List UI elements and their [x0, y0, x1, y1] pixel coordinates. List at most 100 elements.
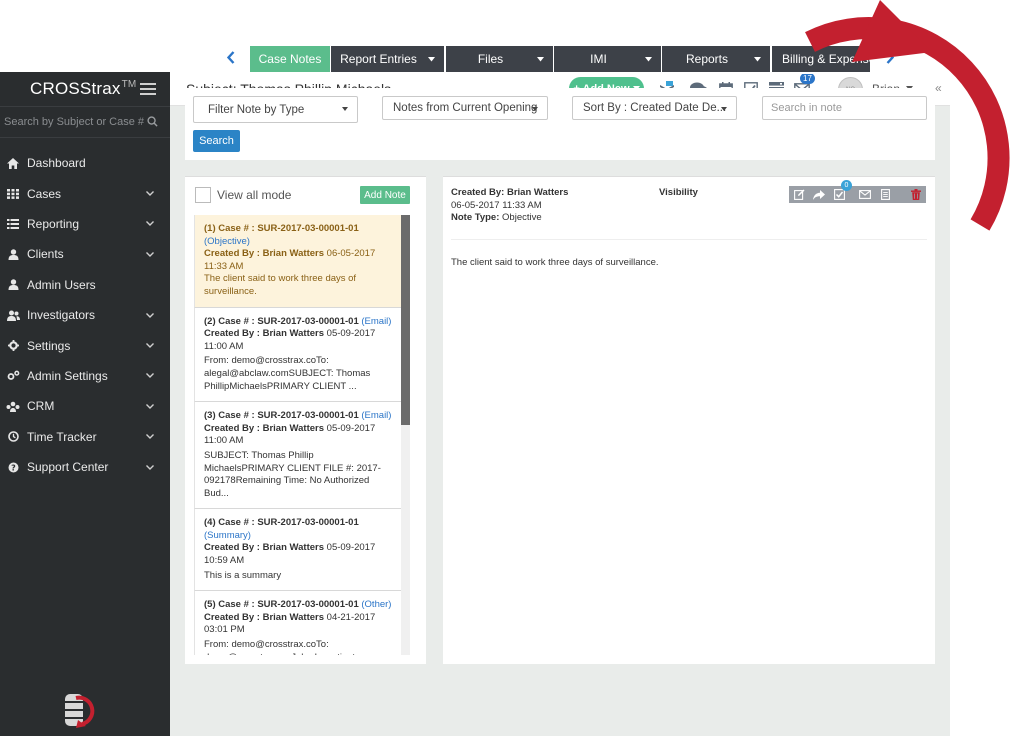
mail-count-badge: 17 [800, 73, 815, 84]
sidebar-item-reporting[interactable]: Reporting [0, 209, 170, 239]
grid-icon [6, 187, 20, 201]
notes-list: (1) Case # : SUR-2017-03-00001-01 (Objec… [194, 215, 401, 655]
note-search-input[interactable] [762, 96, 927, 120]
group-icon [6, 399, 20, 413]
chevron-down-icon [146, 434, 154, 440]
crosstrax-logo-icon [65, 694, 95, 728]
sidebar-item-dashboard[interactable]: Dashboard [0, 148, 170, 178]
chevron-down-icon [146, 343, 154, 349]
list-item[interactable]: (2) Case # : SUR-2017-03-00001-01 (Email… [194, 307, 401, 403]
brand-logo: CROSStrax TM [0, 72, 170, 106]
tab-label: IMI [590, 52, 607, 66]
home-icon [6, 156, 20, 170]
sidebar-item-investigators[interactable]: Investigators [0, 300, 170, 330]
sidebar-search-input[interactable] [0, 107, 170, 137]
collapse-panel-button[interactable]: « [935, 81, 942, 95]
sort-value: Sort By : Created Date De... [583, 102, 727, 114]
opening-value: Notes from Current Opening [393, 102, 538, 114]
tab-case-notes[interactable]: Case Notes [250, 46, 330, 72]
caret-down-icon [537, 57, 544, 62]
note-case-number: (5) Case # : SUR-2017-03-00001-01 [204, 599, 359, 611]
trash-icon[interactable] [906, 186, 926, 203]
note-type-label: Note Type: [451, 212, 500, 223]
add-note-button[interactable]: Add Note [360, 186, 410, 204]
search-button[interactable]: Search [193, 130, 240, 152]
note-preview: This is a summary [204, 569, 282, 581]
tab-label: Case Notes [258, 52, 322, 66]
sidebar-item-label: Cases [27, 186, 62, 201]
clock-icon [6, 430, 20, 444]
edit-icon[interactable] [789, 186, 809, 203]
note-case-number: (4) Case # : SUR-2017-03-00001-01 [204, 517, 359, 529]
brand-trademark: TM [121, 78, 137, 90]
list-icon [6, 217, 20, 231]
created-by-label: Created By: [451, 187, 505, 198]
divider [451, 239, 927, 240]
chevron-down-icon [146, 221, 154, 227]
note-preview: From: demo@crosstrax.coTo: demo@crosstra… [204, 639, 364, 655]
menu-toggle-icon[interactable] [140, 83, 156, 95]
sidebar-item-admin-users[interactable]: Admin Users [0, 270, 170, 300]
caret-down-icon [721, 107, 727, 111]
chevron-right-icon[interactable] [886, 51, 894, 64]
sidebar-item-label: Time Tracker [27, 429, 97, 444]
tab-label: Billing & Expense [782, 52, 870, 66]
opening-select[interactable]: Notes from Current Opening [382, 96, 548, 120]
caret-down-icon [428, 57, 435, 62]
note-case-number: (3) Case # : SUR-2017-03-00001-01 [204, 410, 359, 422]
note-type-select[interactable]: Filter Note by Type [193, 96, 358, 123]
sidebar-item-settings[interactable]: Settings [0, 330, 170, 360]
sidebar-item-label: Support Center [27, 460, 109, 475]
list-item[interactable]: (4) Case # : SUR-2017-03-00001-01 (Summa… [194, 509, 401, 592]
tab-bar: Case Notes Report Entries Files IMI Repo… [185, 44, 935, 74]
sidebar-item-time-tracker[interactable]: Time Tracker [0, 422, 170, 452]
sidebar-item-crm[interactable]: CRM [0, 391, 170, 421]
caret-down-icon [645, 57, 652, 62]
sidebar-item-cases[interactable]: Cases [0, 178, 170, 208]
note-preview: From: demo@crosstrax.coTo: alegal@abclaw… [204, 355, 371, 392]
note-type: (Objective) [204, 235, 250, 247]
sidebar-item-label: Investigators [27, 308, 96, 323]
tab-label: Report Entries [340, 52, 417, 66]
search-icon[interactable] [147, 116, 158, 127]
mail-icon[interactable] [855, 186, 875, 203]
note-type-value: Objective [502, 212, 542, 223]
note-action-toolbar: 0 [789, 180, 926, 203]
tab-imi[interactable]: IMI [554, 46, 661, 72]
chevron-down-icon [146, 464, 154, 470]
visibility-label: Visibility [659, 187, 698, 198]
tab-billing-expense[interactable]: Billing & Expense [772, 46, 870, 72]
chevron-down-icon [146, 373, 154, 379]
chevron-down-icon [146, 191, 154, 197]
view-all-mode-toggle[interactable]: View all mode [195, 187, 291, 203]
list-item[interactable]: (3) Case # : SUR-2017-03-00001-01 (Email… [194, 402, 401, 510]
tab-reports[interactable]: Reports [662, 46, 770, 72]
filter-panel: Filter Note by Type Notes from Current O… [185, 88, 935, 160]
tab-files[interactable]: Files [446, 46, 553, 72]
list-item[interactable]: (5) Case # : SUR-2017-03-00001-01 (Other… [194, 591, 401, 655]
sidebar-item-support-center[interactable]: ? Support Center [0, 452, 170, 482]
note-author: Created By : Brian Watters [204, 611, 325, 623]
tab-label: Reports [685, 52, 729, 66]
tab-report-entries[interactable]: Report Entries [331, 46, 444, 72]
user-icon [6, 247, 20, 261]
help-icon: ? [6, 460, 20, 474]
gears-icon [6, 369, 20, 383]
note-author: Created By : Brian Watters [204, 328, 325, 340]
note-type: (Email) [361, 315, 392, 327]
chevron-left-icon[interactable] [227, 51, 235, 64]
brand-name: CROSStrax [30, 79, 121, 98]
sidebar-item-admin-settings[interactable]: Admin Settings [0, 361, 170, 391]
document-icon[interactable] [875, 186, 895, 203]
note-author: Created By : Brian Watters [204, 422, 325, 434]
notes-scrollbar-thumb[interactable] [401, 215, 410, 425]
list-item[interactable]: (1) Case # : SUR-2017-03-00001-01 (Objec… [194, 215, 401, 308]
share-icon[interactable] [809, 186, 829, 203]
note-preview: The client said to work three days of su… [204, 273, 357, 297]
view-all-checkbox[interactable] [195, 187, 211, 203]
note-case-number: (1) Case # : SUR-2017-03-00001-01 [204, 223, 359, 234]
caret-down-icon [342, 107, 348, 111]
sidebar-item-clients[interactable]: Clients [0, 239, 170, 269]
note-author: Created By : Brian Watters [204, 248, 325, 260]
sort-select[interactable]: Sort By : Created Date De... [572, 96, 737, 120]
